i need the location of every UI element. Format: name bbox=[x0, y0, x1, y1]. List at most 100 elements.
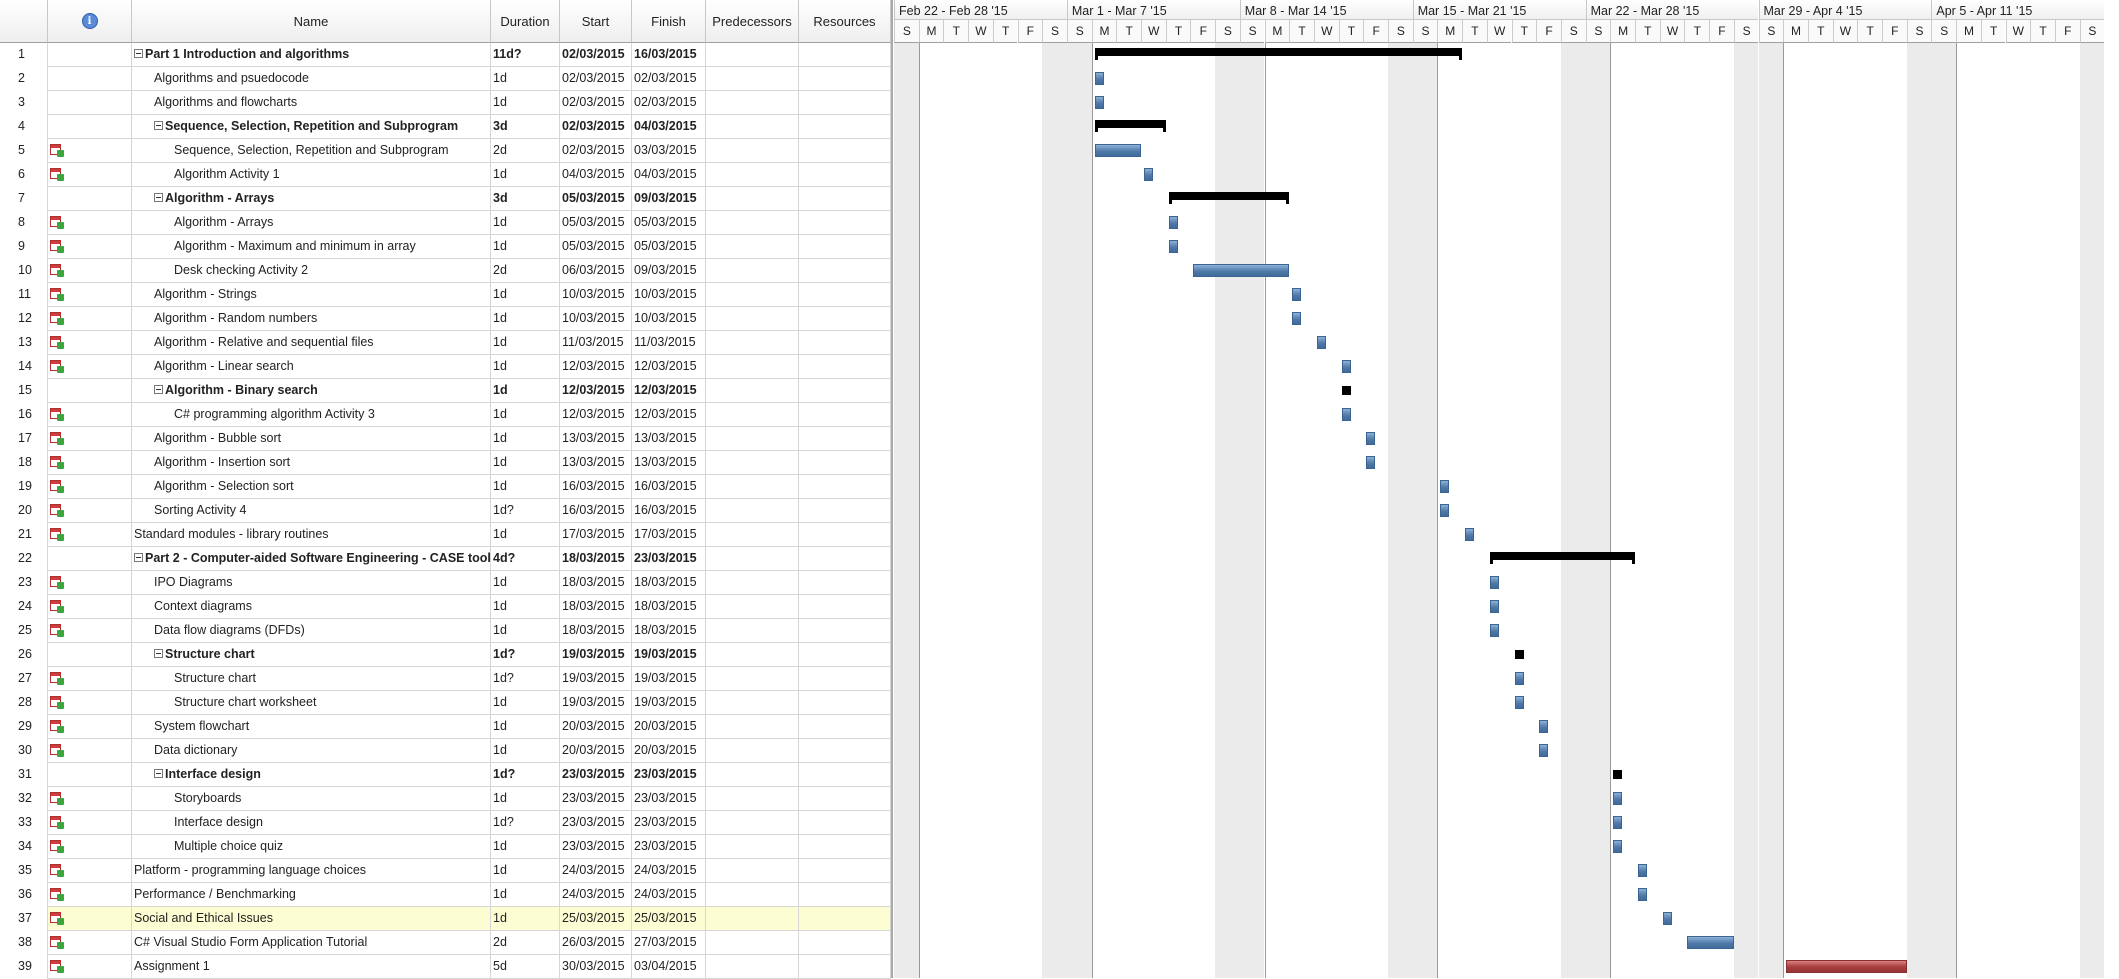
predecessors-cell[interactable] bbox=[706, 667, 799, 691]
finish-cell[interactable]: 16/03/2015 bbox=[632, 475, 706, 499]
resources-cell[interactable] bbox=[799, 955, 891, 979]
task-row[interactable]: 22 Part 2 - Computer-aided Software Engin… bbox=[0, 547, 891, 571]
duration-cell[interactable]: 2d bbox=[491, 259, 560, 283]
task-name-cell[interactable]: Sequence, Selection, Repetition and Subp… bbox=[132, 139, 491, 163]
duration-cell[interactable]: 1d bbox=[491, 91, 560, 115]
start-cell[interactable]: 05/03/2015 bbox=[560, 235, 632, 259]
finish-cell[interactable]: 12/03/2015 bbox=[632, 355, 706, 379]
task-row[interactable]: 8 Algorithm - Arrays 1d 05/03/2015 05/03/201… bbox=[0, 211, 891, 235]
task-name-cell[interactable]: IPO Diagrams bbox=[132, 571, 491, 595]
resources-cell[interactable] bbox=[799, 427, 891, 451]
start-cell[interactable]: 20/03/2015 bbox=[560, 715, 632, 739]
resources-cell[interactable] bbox=[799, 235, 891, 259]
task-name-cell[interactable]: Part 1 Introduction and algorithms bbox=[132, 43, 491, 67]
task-bar[interactable] bbox=[1514, 672, 1524, 685]
resources-cell[interactable] bbox=[799, 643, 891, 667]
start-cell[interactable]: 19/03/2015 bbox=[560, 667, 632, 691]
start-cell[interactable]: 16/03/2015 bbox=[560, 499, 632, 523]
task-row[interactable]: 2 Algorithms and psuedocode 1d 02/03/2015 02… bbox=[0, 67, 891, 91]
resources-cell[interactable] bbox=[799, 67, 891, 91]
finish-cell[interactable]: 23/03/2015 bbox=[632, 763, 706, 787]
task-name-cell[interactable]: Structure chart bbox=[132, 643, 491, 667]
finish-cell[interactable]: 16/03/2015 bbox=[632, 499, 706, 523]
duration-cell[interactable]: 2d bbox=[491, 931, 560, 955]
row-number[interactable]: 5 bbox=[0, 139, 48, 163]
row-number[interactable]: 3 bbox=[0, 91, 48, 115]
resources-cell[interactable] bbox=[799, 475, 891, 499]
finish-cell[interactable]: 19/03/2015 bbox=[632, 643, 706, 667]
task-bar[interactable] bbox=[1341, 408, 1351, 421]
task-bar[interactable] bbox=[1489, 576, 1499, 589]
predecessors-cell[interactable] bbox=[706, 259, 799, 283]
predecessors-cell[interactable] bbox=[706, 739, 799, 763]
resources-cell[interactable] bbox=[799, 571, 891, 595]
predecessors-cell[interactable] bbox=[706, 859, 799, 883]
start-cell[interactable]: 12/03/2015 bbox=[560, 403, 632, 427]
task-row[interactable]: 6 Algorithm Activity 1 1d 04/03/2015 04/03/2… bbox=[0, 163, 891, 187]
predecessors-cell[interactable] bbox=[706, 451, 799, 475]
predecessors-cell[interactable] bbox=[706, 595, 799, 619]
resources-cell[interactable] bbox=[799, 619, 891, 643]
duration-cell[interactable]: 1d? bbox=[491, 763, 560, 787]
predecessors-cell[interactable] bbox=[706, 931, 799, 955]
summary-bar[interactable] bbox=[1094, 120, 1166, 132]
start-cell[interactable]: 12/03/2015 bbox=[560, 379, 632, 403]
task-name-cell[interactable]: Interface design bbox=[132, 763, 491, 787]
finish-cell[interactable]: 23/03/2015 bbox=[632, 835, 706, 859]
finish-cell[interactable]: 27/03/2015 bbox=[632, 931, 706, 955]
row-number[interactable]: 24 bbox=[0, 595, 48, 619]
start-cell[interactable]: 13/03/2015 bbox=[560, 427, 632, 451]
start-cell[interactable]: 30/03/2015 bbox=[560, 955, 632, 979]
row-number[interactable]: 8 bbox=[0, 211, 48, 235]
task-name-cell[interactable]: C# programming algorithm Activity 3 bbox=[132, 403, 491, 427]
duration-column-header[interactable]: Duration bbox=[491, 0, 560, 43]
collapse-toggle-icon[interactable] bbox=[154, 769, 163, 779]
task-name-cell[interactable]: Assignment 1 bbox=[132, 955, 491, 979]
task-name-cell[interactable]: Algorithm - Binary search bbox=[132, 379, 491, 403]
duration-cell[interactable]: 3d bbox=[491, 115, 560, 139]
predecessors-cell[interactable] bbox=[706, 907, 799, 931]
finish-cell[interactable]: 20/03/2015 bbox=[632, 739, 706, 763]
duration-cell[interactable]: 1d bbox=[491, 739, 560, 763]
task-row[interactable]: 12 Algorithm - Random numbers 1d 10/03/2015… bbox=[0, 307, 891, 331]
resources-cell[interactable] bbox=[799, 259, 891, 283]
predecessors-cell[interactable] bbox=[706, 691, 799, 715]
task-bar[interactable] bbox=[1786, 960, 1907, 973]
row-number[interactable]: 20 bbox=[0, 499, 48, 523]
summary-bar[interactable] bbox=[1168, 192, 1290, 204]
predecessors-cell[interactable] bbox=[706, 379, 799, 403]
finish-cell[interactable]: 18/03/2015 bbox=[632, 619, 706, 643]
resources-cell[interactable] bbox=[799, 715, 891, 739]
predecessors-cell[interactable] bbox=[706, 283, 799, 307]
row-number[interactable]: 29 bbox=[0, 715, 48, 739]
collapse-toggle-icon[interactable] bbox=[134, 553, 143, 563]
row-number[interactable]: 13 bbox=[0, 331, 48, 355]
duration-cell[interactable]: 1d bbox=[491, 67, 560, 91]
task-bar[interactable] bbox=[1366, 456, 1376, 469]
predecessors-cell[interactable] bbox=[706, 307, 799, 331]
duration-cell[interactable]: 1d bbox=[491, 883, 560, 907]
task-bar[interactable] bbox=[1489, 624, 1499, 637]
duration-cell[interactable]: 1d bbox=[491, 859, 560, 883]
task-row[interactable]: 31 Interface design 1d? 23/03/2015 23/03/201… bbox=[0, 763, 891, 787]
task-bar[interactable] bbox=[1168, 240, 1178, 253]
duration-cell[interactable]: 4d? bbox=[491, 547, 560, 571]
start-cell[interactable]: 02/03/2015 bbox=[560, 115, 632, 139]
task-row[interactable]: 3 Algorithms and flowcharts 1d 02/03/2015 02… bbox=[0, 91, 891, 115]
resources-cell[interactable] bbox=[799, 91, 891, 115]
predecessors-cell[interactable] bbox=[706, 787, 799, 811]
finish-cell[interactable]: 05/03/2015 bbox=[632, 235, 706, 259]
finish-cell[interactable]: 10/03/2015 bbox=[632, 283, 706, 307]
row-number[interactable]: 2 bbox=[0, 67, 48, 91]
task-name-cell[interactable]: Algorithm - Selection sort bbox=[132, 475, 491, 499]
row-number[interactable]: 22 bbox=[0, 547, 48, 571]
start-cell[interactable]: 18/03/2015 bbox=[560, 619, 632, 643]
resources-cell[interactable] bbox=[799, 859, 891, 883]
task-row[interactable]: 37 Social and Ethical Issues 1d 25/03/2015 2… bbox=[0, 907, 891, 931]
task-row[interactable]: 30 Data dictionary 1d 20/03/2015 20/03/2015 bbox=[0, 739, 891, 763]
start-cell[interactable]: 10/03/2015 bbox=[560, 283, 632, 307]
task-row[interactable]: 13 Algorithm - Relative and sequential fi… bbox=[0, 331, 891, 355]
resources-cell[interactable] bbox=[799, 379, 891, 403]
start-cell[interactable]: 02/03/2015 bbox=[560, 43, 632, 67]
predecessors-cell[interactable] bbox=[706, 715, 799, 739]
